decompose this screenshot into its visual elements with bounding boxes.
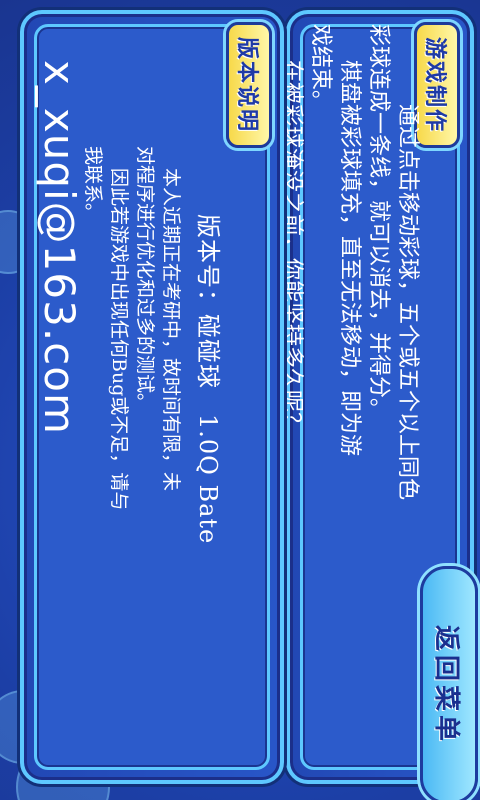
version-number: 版本号：碰碰球 1.0Q Bate <box>194 214 222 545</box>
version-notes-line: 对程序进行优化和过多的测试。 <box>134 146 156 413</box>
game-description-line: 戏结束。 <box>308 24 333 113</box>
version-notes-line: 因此若游戏中出现任何Bug或不足，请与 <box>108 168 130 511</box>
contact-email: x_xuqi@163.com <box>35 60 84 435</box>
screen: 游戏制作 通过点击移动彩球，五个或五个以上同色 彩球连成一条线，就可以消去，并得… <box>0 0 480 800</box>
game-description-line: 棋盘被彩球填充，直至无法移动，即为游 <box>337 60 362 457</box>
game-description-line: 通过点击移动彩球，五个或五个以上同色 <box>395 104 420 501</box>
version-section-tag: 版本说明 <box>226 22 272 149</box>
about-screen: 游戏制作 通过点击移动彩球，五个或五个以上同色 彩球连成一条线，就可以消去，并得… <box>0 0 480 800</box>
version-notes-line: 本人近期正在考研中，故时间有限，未 <box>160 168 182 492</box>
game-description: 通过点击移动彩球，五个或五个以上同色 彩球连成一条线，就可以消去，并得分。 棋盘… <box>277 24 422 744</box>
game-description-line: 彩球连成一条线，就可以消去，并得分。 <box>366 24 391 421</box>
version-notes: 本人近期正在考研中，故时间有限，未 对程序进行优化和过多的测试。 因此若游戏中出… <box>80 146 184 728</box>
back-to-menu-button[interactable]: 返回菜单 <box>420 566 478 800</box>
